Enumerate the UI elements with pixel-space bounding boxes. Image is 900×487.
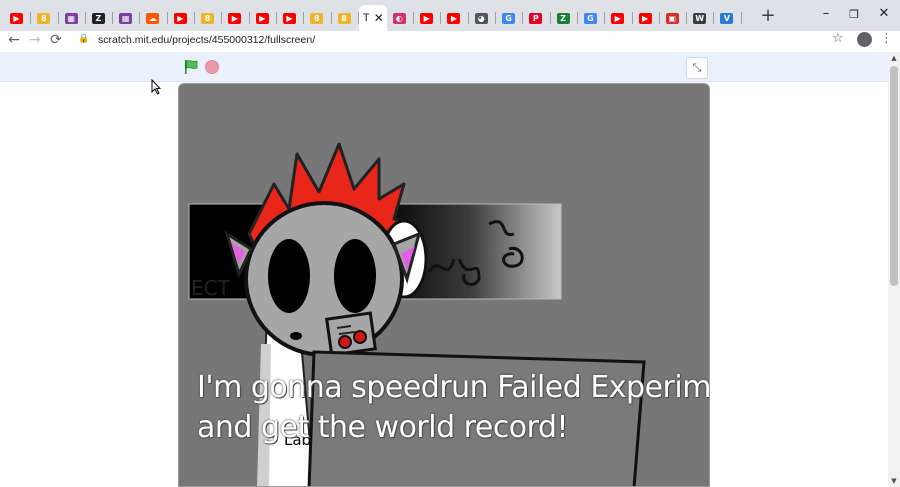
green-flag-icon[interactable] [183, 59, 199, 75]
browser-tab[interactable]: 8 [332, 5, 359, 31]
youtube-icon: ▶ [173, 12, 187, 24]
browser-tab[interactable]: 8 [195, 5, 223, 31]
browser-tab[interactable]: ▶ [605, 5, 633, 31]
pinterest-icon: P [529, 12, 543, 24]
mask-light [338, 335, 352, 349]
youtube-icon: ▶ [447, 12, 461, 24]
browser-tab[interactable]: ▣ [660, 5, 688, 31]
close-tab-icon[interactable]: ✕ [374, 11, 384, 25]
browser-menu-icon[interactable]: ⋮ [880, 31, 893, 46]
exit-fullscreen-button[interactable]: ⤡ [686, 57, 708, 79]
storybook-icon: 8 [337, 12, 351, 24]
minimize-button[interactable]: – [818, 6, 834, 21]
zapier-icon: Z [556, 12, 570, 24]
active-tab[interactable]: T ✕ [358, 5, 387, 31]
browser-tab[interactable]: ▶ [633, 5, 660, 31]
browser-tab[interactable]: ◐ [387, 5, 415, 31]
restore-button[interactable]: ❐ [846, 8, 862, 21]
lock-icon[interactable]: 🔒 [78, 34, 90, 46]
storybook-icon: 8 [201, 12, 215, 24]
speech-line-1: I'm gonna speedrun Failed Experiment [197, 370, 710, 405]
tab-strip: ▶ 8 ▦ Z ▦ ☁ ▶ 8 ▶ ▶ ▶ 8 8 T ✕ ◐ ▶ ▶ ◕ G P Z G ▶ ▶ ▣ W V + – ❐ ✕ [0, 0, 900, 31]
mask-light [353, 330, 367, 344]
mouse-cursor-icon [151, 79, 161, 95]
youtube-icon: ▶ [10, 12, 23, 24]
zapier-icon: Z [91, 12, 105, 24]
browser-tab[interactable]: ◕ [469, 5, 497, 31]
browser-tab[interactable]: G [578, 5, 606, 31]
bookmark-star-icon[interactable]: ☆ [832, 31, 844, 46]
tab-list: ▶ 8 ▦ Z ▦ ☁ ▶ 8 ▶ ▶ ▶ 8 8 T ✕ ◐ ▶ ▶ ◕ G P Z G ▶ ▶ ▣ W V [4, 5, 742, 31]
scratch-controls-bar: ⤡ [0, 52, 888, 82]
mask-device [325, 311, 377, 357]
browser-tab[interactable]: ▶ [441, 5, 469, 31]
tab-separator [740, 12, 742, 24]
browser-tab[interactable]: 8 [304, 5, 332, 31]
active-tab-title: T [362, 12, 370, 24]
mouth [290, 332, 302, 340]
google-icon: G [502, 12, 516, 24]
right-eye [334, 239, 376, 313]
youtube-icon: ▶ [420, 12, 434, 24]
url-text[interactable]: scratch.mit.edu/projects/455000312/fulls… [98, 34, 315, 46]
browser-tab[interactable]: ▦ [59, 5, 86, 31]
close-window-button[interactable]: ✕ [876, 6, 892, 21]
purple-app-icon: ▦ [64, 12, 78, 24]
browser-tab[interactable]: ▶ [222, 5, 250, 31]
wordpress-icon: W [693, 12, 707, 24]
forward-button[interactable]: → [26, 31, 44, 49]
browser-tab[interactable]: ▦ [113, 5, 141, 31]
browser-tab[interactable]: ▶ [168, 5, 196, 31]
youtube-icon: ▶ [228, 12, 242, 24]
new-tab-button[interactable]: + [760, 6, 776, 26]
google-icon: G [583, 12, 597, 24]
speech-text: I'm gonna speedrun Failed Experiment and… [197, 368, 710, 448]
scratch-icon: ◐ [392, 12, 406, 24]
reload-button[interactable]: ⟳ [47, 31, 65, 49]
scroll-up-arrow[interactable]: ▲ [890, 54, 898, 62]
purple-app-icon: ▦ [119, 12, 133, 24]
profile-avatar[interactable] [857, 32, 872, 47]
youtube-icon: ▶ [638, 12, 652, 24]
left-eye [268, 239, 310, 313]
scroll-down-arrow[interactable]: ▼ [890, 477, 898, 485]
address-bar[interactable]: 🔒 scratch.mit.edu/projects/455000312/ful… [72, 31, 852, 49]
storybook-icon: 8 [310, 12, 324, 24]
browser-tab[interactable]: Z [551, 5, 578, 31]
browser-tab[interactable]: ▶ [250, 5, 277, 31]
browser-tab[interactable]: W [687, 5, 715, 31]
storybook-icon: 8 [37, 12, 51, 24]
banner-letters: ECT [191, 276, 231, 300]
browser-tab[interactable]: P [523, 5, 551, 31]
browser-tab[interactable]: ▶ [4, 5, 32, 31]
soundcloud-icon: ☁ [146, 12, 160, 24]
browser-tab[interactable]: V [714, 5, 742, 31]
browser-tab[interactable]: G [496, 5, 524, 31]
browser-tab[interactable]: ▶ [414, 5, 442, 31]
youtube-icon: ▶ [255, 12, 269, 24]
browser-toolbar: ← → ⟳ 🔒 scratch.mit.edu/projects/4550003… [0, 31, 900, 51]
browser-tab[interactable]: Z [86, 5, 114, 31]
vc-icon: V [720, 12, 734, 24]
scrollbar-thumb[interactable] [890, 66, 898, 286]
youtube-icon: ▶ [282, 12, 296, 24]
back-button[interactable]: ← [5, 31, 23, 49]
chrome-icon: ◕ [474, 12, 488, 24]
browser-tab[interactable]: ▶ [277, 5, 305, 31]
browser-tab[interactable]: ☁ [140, 5, 168, 31]
browser-tab[interactable]: 8 [31, 5, 59, 31]
scratch-stage[interactable]: ECT Lab I'm gonna speedrun Failed Experi… [178, 83, 710, 487]
speech-line-2: and get the world record! [197, 410, 569, 445]
calendar-icon: ▣ [665, 12, 679, 24]
youtube-icon: ▶ [611, 12, 625, 24]
stop-icon[interactable] [205, 60, 219, 74]
